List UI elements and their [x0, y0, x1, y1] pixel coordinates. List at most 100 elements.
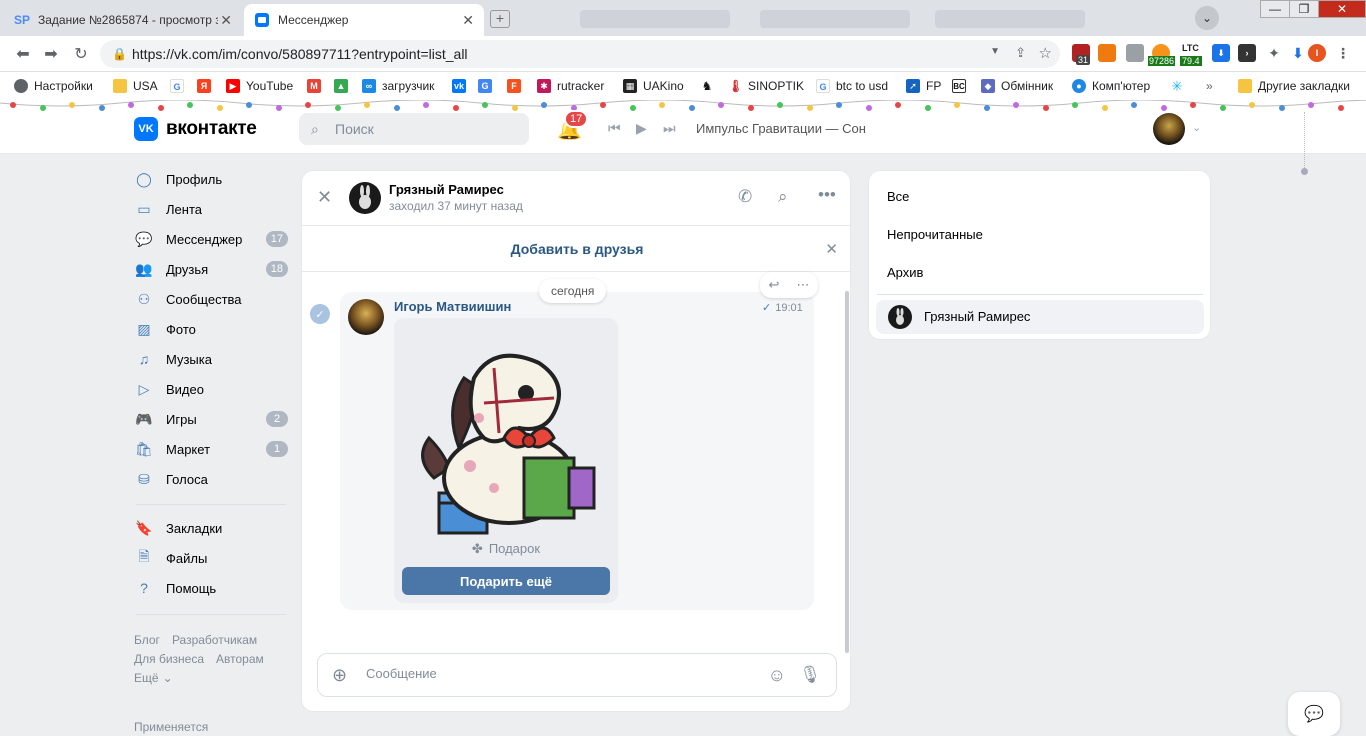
close-icon[interactable]: ✕: [220, 12, 232, 29]
minimize-button[interactable]: —: [1260, 0, 1290, 18]
select-checkbox[interactable]: ✓: [310, 304, 330, 324]
bookmark-chess[interactable]: ♞: [700, 78, 720, 94]
puzzle-icon[interactable]: ✦: [1265, 44, 1283, 62]
menu-icon[interactable]: ⋮: [1334, 44, 1352, 62]
bookmark-sinoptik[interactable]: 🌡 SINOPTIK: [728, 78, 804, 94]
sidebar-item-feed[interactable]: ▭ Лента: [134, 194, 290, 224]
bookmark-vk[interactable]: vk: [452, 78, 472, 94]
footer-more-link[interactable]: Ещё ⌄: [134, 671, 185, 685]
url-field[interactable]: 🔒 https://vk.com/im/convo/580897711?entr…: [100, 40, 1060, 68]
selected-chat-item[interactable]: Грязный Рамирес: [876, 300, 1204, 334]
footer-link-developers[interactable]: Разработчикам: [172, 633, 257, 647]
star-icon[interactable]: ☆: [1039, 44, 1052, 62]
more-icon[interactable]: ⋯: [796, 277, 809, 293]
bookmark-btc[interactable]: Gbtc to usd: [816, 78, 888, 94]
bookmark-loader[interactable]: ∞ загрузчик: [362, 78, 434, 94]
share-icon[interactable]: ⇪: [1015, 45, 1026, 61]
search-input[interactable]: ⌕ Поиск: [299, 113, 529, 145]
bookmark-gmail[interactable]: M: [307, 78, 327, 94]
terminal-icon[interactable]: ›: [1238, 44, 1256, 62]
phone-icon[interactable]: ✆: [738, 187, 752, 207]
bookmark-computer[interactable]: ● Комп'ютер: [1072, 78, 1150, 94]
more-bookmarks-icon[interactable]: »: [1206, 78, 1213, 94]
profile-avatar-icon[interactable]: I: [1308, 44, 1326, 62]
sidebar-item-video[interactable]: ▷ Видео: [134, 374, 290, 404]
avatar[interactable]: [348, 299, 384, 335]
new-tab-button[interactable]: +: [490, 10, 510, 28]
sidebar-item-messenger[interactable]: 💬 Мессенджер 17: [134, 224, 290, 254]
sidebar-item-market[interactable]: 🛍 Маркет 1: [134, 434, 290, 464]
reload-icon[interactable]: ↻: [70, 44, 92, 64]
bookmark-google[interactable]: G: [170, 78, 190, 94]
search-icon[interactable]: ⌕: [778, 187, 788, 207]
sidebar-item-bookmarks[interactable]: 🔖 Закладки: [134, 513, 290, 543]
footer-link-blog[interactable]: Блог: [134, 633, 160, 647]
sidebar-item-photo[interactable]: ▨ Фото: [134, 314, 290, 344]
close-icon[interactable]: ✕: [462, 12, 474, 29]
emoji-icon[interactable]: ☺: [768, 665, 786, 686]
gift-again-button[interactable]: Подарить ещё: [402, 567, 610, 595]
next-track-icon[interactable]: ⏭: [663, 120, 676, 137]
vk-logo[interactable]: VK вконтакте: [134, 117, 257, 141]
attach-icon[interactable]: ⊕: [332, 665, 347, 686]
sidebar-item-profile[interactable]: ◯ Профиль: [134, 164, 290, 194]
microphone-icon[interactable]: 🎙: [799, 665, 821, 685]
bookmark-settings[interactable]: Настройки: [14, 78, 93, 94]
bookmark-rutracker[interactable]: ✱ rutracker: [537, 78, 604, 94]
chat-bubble-icon[interactable]: 💬: [1288, 692, 1340, 736]
background-tab[interactable]: [935, 10, 1085, 28]
close-icon[interactable]: ✕: [317, 187, 332, 208]
sender-name[interactable]: Игорь Матвиишин: [394, 299, 511, 314]
briefcase-icon[interactable]: [1126, 44, 1144, 62]
sidebar-item-files[interactable]: 🗎 Файлы: [134, 543, 290, 573]
brave-icon[interactable]: [1098, 44, 1116, 62]
sidebar-item-communities[interactable]: ⚇ Сообщества: [134, 284, 290, 314]
footer-link-authors[interactable]: Авторам: [216, 652, 264, 666]
prev-track-icon[interactable]: ⏮: [608, 120, 621, 137]
filter-all[interactable]: Все: [887, 189, 909, 204]
bookmark-uakino[interactable]: ▦ UAKino: [623, 78, 684, 94]
filter-archive[interactable]: Архив: [887, 265, 923, 280]
avatar[interactable]: [349, 182, 381, 214]
tab-task[interactable]: SP Задание №2865874 - просмотр з ✕: [4, 4, 242, 36]
window-close-button[interactable]: ✕: [1318, 0, 1366, 18]
bookmark-bc[interactable]: BC: [952, 78, 972, 94]
scrollbar[interactable]: [845, 291, 849, 653]
bookmark-usa[interactable]: USA: [113, 78, 158, 94]
sidebar-item-help[interactable]: ? Помощь: [134, 573, 290, 603]
bookmark-other[interactable]: Другие закладки: [1238, 78, 1350, 94]
more-icon[interactable]: •••: [818, 185, 836, 205]
bookmark-translate[interactable]: G: [478, 78, 498, 94]
bookmark-drive[interactable]: ▲: [334, 78, 354, 94]
gift-card[interactable]: ✤ Подарок Подарить ещё: [394, 318, 618, 603]
background-tab[interactable]: [580, 10, 730, 28]
forward-icon[interactable]: ➡: [40, 44, 62, 64]
tab-messenger[interactable]: Мессенджер ✕: [244, 4, 484, 36]
bookmark-f[interactable]: F: [507, 78, 527, 94]
chevron-down-icon[interactable]: ⌄: [1192, 121, 1201, 134]
add-friend-button[interactable]: Добавить в друзья ✕: [302, 226, 850, 272]
back-icon[interactable]: ⬅: [12, 44, 34, 64]
dropdown-icon[interactable]: ▼: [990, 46, 1000, 57]
avatar[interactable]: [1153, 113, 1185, 145]
bookmark-exchanger[interactable]: ◆ Обмінник: [981, 78, 1053, 94]
sidebar-item-votes[interactable]: ⛁ Голоса: [134, 464, 290, 494]
chat-title[interactable]: Грязный Рамирес: [389, 182, 504, 197]
footer-link-business[interactable]: Для бизнеса: [134, 652, 204, 666]
current-track[interactable]: Импульс Гравитации — Сон: [696, 121, 866, 136]
bookmark-youtube[interactable]: ▶ YouTube: [226, 78, 293, 94]
bookmark-yandex[interactable]: Я: [197, 78, 217, 94]
downloads-icon[interactable]: ⬇: [1289, 44, 1307, 62]
bookmark-star[interactable]: ✳: [1170, 78, 1190, 94]
sidebar-item-friends[interactable]: 👥 Друзья 18: [134, 254, 290, 284]
sidebar-item-games[interactable]: 🎮 Игры 2: [134, 404, 290, 434]
background-tab[interactable]: [760, 10, 910, 28]
play-icon[interactable]: ▶: [636, 120, 647, 137]
tab-search-icon[interactable]: ⌄: [1195, 6, 1219, 30]
download-ext-icon[interactable]: ⬇: [1212, 44, 1230, 62]
bookmark-fp[interactable]: ➚ FP: [906, 78, 941, 94]
maximize-button[interactable]: ❐: [1289, 0, 1319, 18]
filter-unread[interactable]: Непрочитанные: [887, 227, 983, 242]
message-input[interactable]: [366, 666, 746, 681]
close-icon[interactable]: ✕: [825, 240, 838, 258]
